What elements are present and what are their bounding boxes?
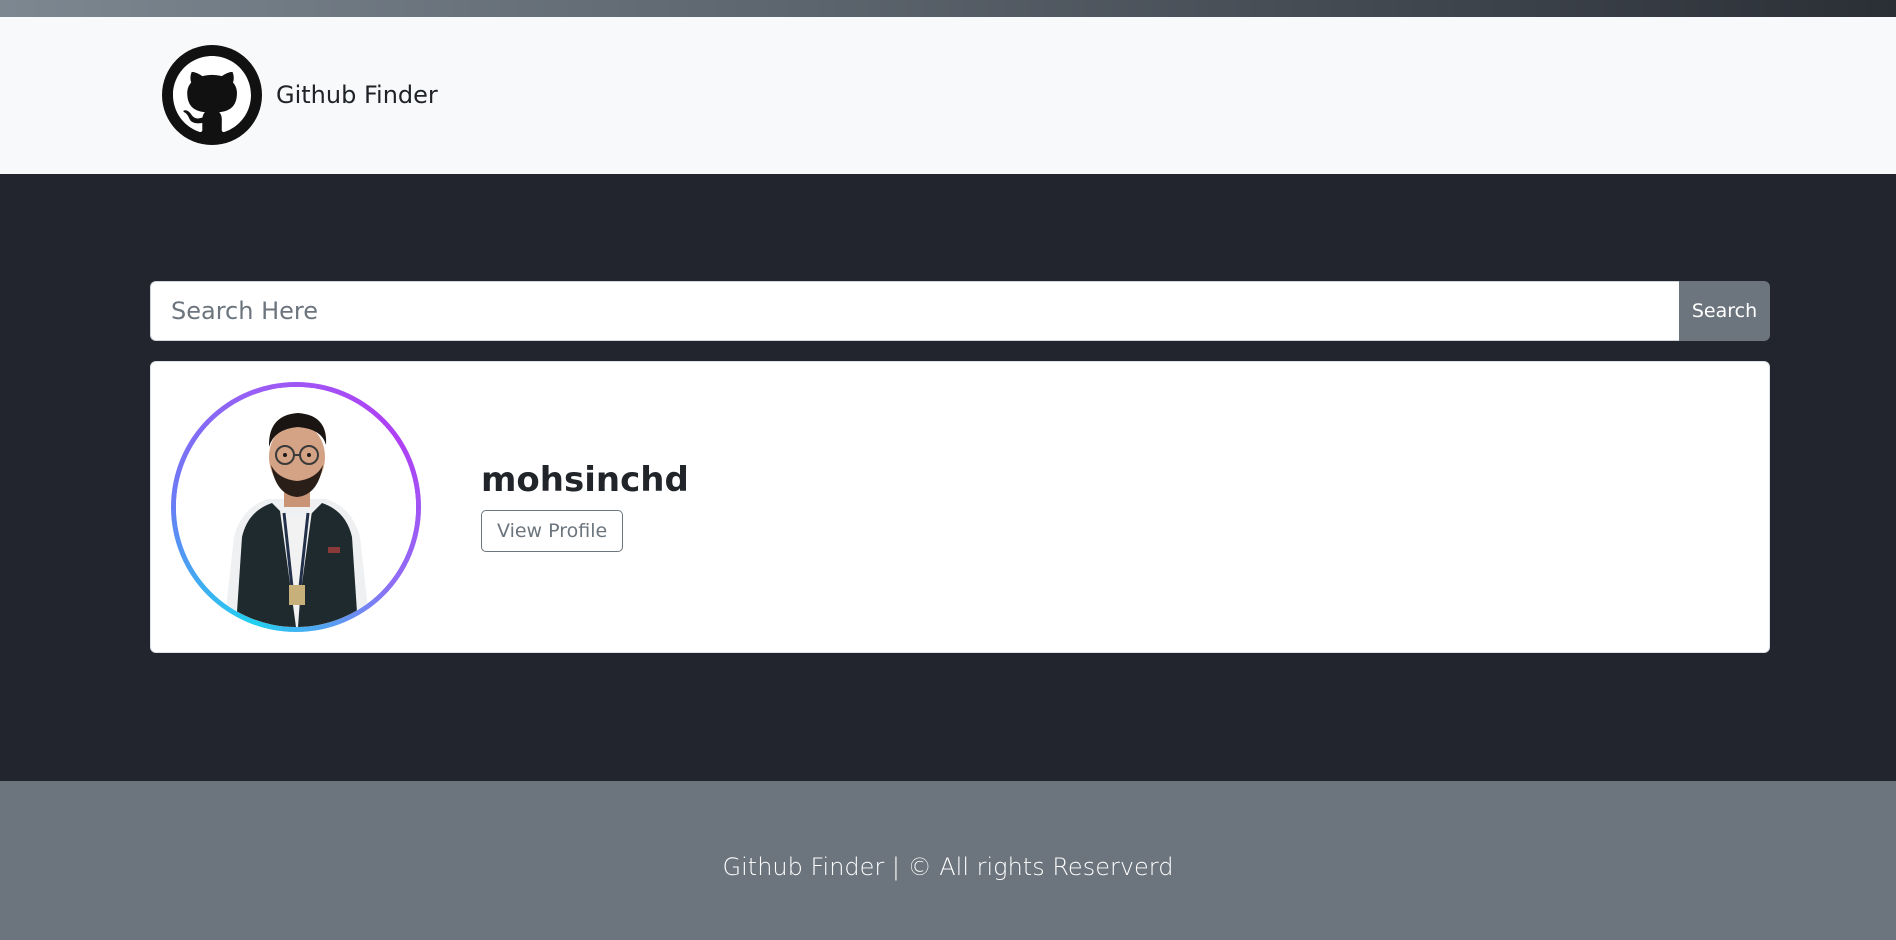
search-button[interactable]: Search bbox=[1679, 281, 1770, 341]
user-avatar-photo bbox=[176, 387, 416, 627]
main-content: Search Here Search mohsinchd View Profil… bbox=[0, 174, 1896, 781]
avatar bbox=[171, 382, 421, 632]
brand[interactable]: Github Finder bbox=[162, 45, 438, 145]
view-profile-button[interactable]: View Profile bbox=[481, 510, 624, 552]
search-bar: Search bbox=[150, 281, 1770, 341]
footer-text: Github Finder | © All rights Reserverd bbox=[722, 852, 1174, 881]
github-octocat-icon bbox=[162, 45, 262, 145]
footer: Github Finder | © All rights Reserverd bbox=[0, 781, 1896, 940]
user-info: mohsinchd View Profile bbox=[481, 460, 689, 552]
username: mohsinchd bbox=[481, 460, 689, 500]
brand-title: Github Finder bbox=[276, 81, 438, 109]
search-input[interactable] bbox=[150, 281, 1679, 341]
user-card: mohsinchd View Profile bbox=[150, 361, 1770, 653]
top-gradient-strip bbox=[0, 0, 1896, 17]
navbar: Github Finder bbox=[0, 17, 1896, 174]
